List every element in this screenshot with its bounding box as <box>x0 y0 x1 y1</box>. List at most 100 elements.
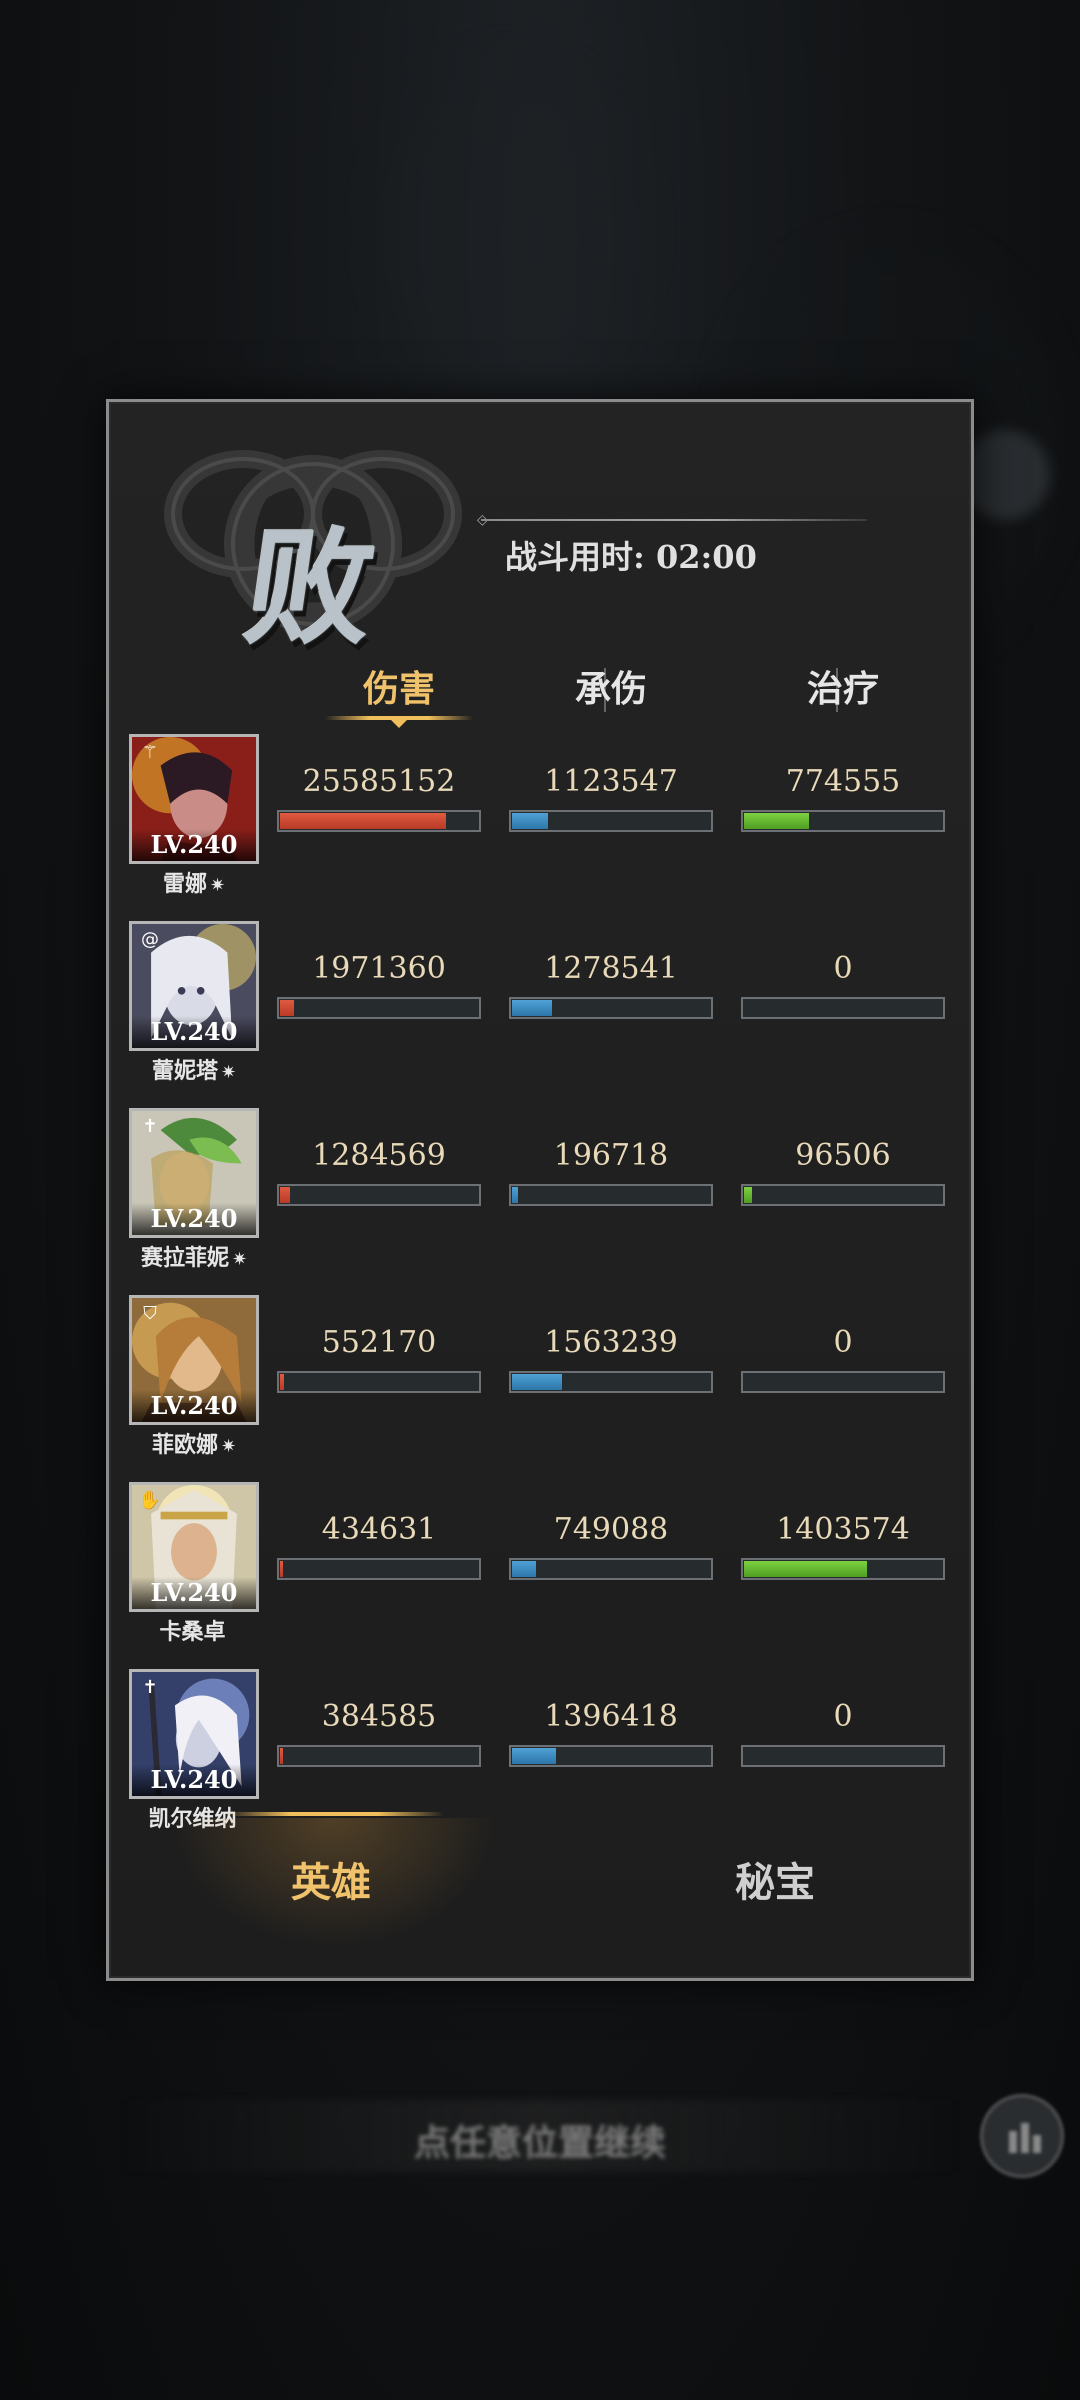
damage-stat: 384585 <box>277 1697 481 1767</box>
heal-bar-fill <box>744 813 809 829</box>
tank-bar <box>509 1745 713 1767</box>
heal-bar <box>741 1371 945 1393</box>
hero-portrait[interactable]: ✝ LV.240 <box>129 1669 259 1799</box>
heal-bar <box>741 1184 945 1206</box>
heal-stat: 0 <box>741 1323 945 1393</box>
hero-name: 卡桑卓 <box>119 1614 269 1646</box>
tab-treasures[interactable]: 秘宝 <box>675 1850 875 1908</box>
hero-portrait[interactable]: ⚚ LV.240 <box>129 734 259 864</box>
staff-icon: ⚚ <box>141 742 159 763</box>
tab-damage[interactable]: 伤害 <box>299 660 499 728</box>
tank-value: 749088 <box>553 1512 669 1547</box>
tank-bar <box>509 1558 713 1580</box>
damage-stat: 25585152 <box>277 762 481 832</box>
hero-row[interactable]: ⛉ LV.240 菲欧娜 ✷ 552170 1563239 0 <box>129 1293 959 1480</box>
battle-result-panel: 败 ◇ 战斗用时: 02:00 伤害 承伤 治疗 <box>106 399 974 1981</box>
heal-bar-fill <box>744 1561 867 1577</box>
heal-value: 1403574 <box>776 1512 910 1547</box>
stat-tabs: 伤害 承伤 治疗 <box>299 660 939 728</box>
heal-stat: 1403574 <box>741 1510 945 1580</box>
tank-bar <box>509 1371 713 1393</box>
damage-stat: 434631 <box>277 1510 481 1580</box>
hero-name-text: 蕾妮塔 <box>151 1058 218 1084</box>
bottom-tabs: 英雄 秘宝 <box>109 1812 971 1952</box>
heal-bar <box>741 1558 945 1580</box>
heal-stat: 0 <box>741 949 945 1019</box>
tap-to-continue-hint[interactable]: 点任意位置继续 <box>0 2114 1080 2166</box>
stats-button[interactable] <box>980 2094 1064 2178</box>
bar-chart-icon <box>1033 2135 1041 2153</box>
damage-bar-fill <box>280 1748 283 1764</box>
damage-value: 384585 <box>321 1699 437 1734</box>
damage-bar-fill <box>280 1561 283 1577</box>
heal-value: 0 <box>833 1699 853 1734</box>
damage-stat: 1971360 <box>277 949 481 1019</box>
star-icon: ✷ <box>220 1062 237 1083</box>
hero-portrait[interactable]: ✝ LV.240 <box>129 1108 259 1238</box>
hero-row[interactable]: ✝ LV.240 赛拉菲妮 ✷ 1284569 196718 96506 <box>129 1106 959 1293</box>
tank-stat: 196718 <box>509 1136 713 1206</box>
hero-stats-list: ⚚ LV.240 雷娜 ✷ 25585152 1123547 774555 @ … <box>129 732 959 1854</box>
hero-name: 雷娜 ✷ <box>119 866 269 898</box>
hero-row[interactable]: @ LV.240 蕾妮塔 ✷ 1971360 1278541 0 <box>129 919 959 1106</box>
hero-portrait[interactable]: @ LV.240 <box>129 921 259 1051</box>
title-divider <box>481 519 867 521</box>
tab-label: 承伤 <box>574 668 647 710</box>
damage-value: 434631 <box>321 1512 437 1547</box>
tank-bar-fill <box>512 1374 562 1390</box>
heal-bar <box>741 810 945 832</box>
tab-label: 伤害 <box>362 668 435 710</box>
hero-row[interactable]: ⚚ LV.240 雷娜 ✷ 25585152 1123547 774555 <box>129 732 959 919</box>
tank-bar-fill <box>512 1748 556 1764</box>
tank-bar-fill <box>512 1187 518 1203</box>
star-icon: ✷ <box>209 875 226 896</box>
hero-level: LV.240 <box>132 1390 256 1422</box>
heal-stat: 96506 <box>741 1136 945 1206</box>
heal-stat: 0 <box>741 1697 945 1767</box>
damage-value: 1971360 <box>312 951 446 986</box>
hero-level: LV.240 <box>132 1203 256 1235</box>
tank-value: 196718 <box>553 1138 669 1173</box>
damage-bar-fill <box>280 1187 290 1203</box>
damage-bar <box>277 810 481 832</box>
tank-bar <box>509 1184 713 1206</box>
hero-name: 菲欧娜 ✷ <box>119 1427 269 1459</box>
star-icon: ✷ <box>220 1436 237 1457</box>
tab-tank[interactable]: 承伤 <box>511 660 711 720</box>
damage-value: 25585152 <box>302 764 456 799</box>
tab-heroes[interactable]: 英雄 <box>231 1850 431 1908</box>
tab-heal[interactable]: 治疗 <box>743 660 943 720</box>
damage-bar-fill <box>280 813 446 829</box>
tank-value: 1123547 <box>544 764 678 799</box>
hero-portrait[interactable]: ✋ LV.240 <box>129 1482 259 1612</box>
cross-icon: ✝ <box>142 1677 158 1698</box>
tank-value: 1396418 <box>544 1699 678 1734</box>
hero-portrait[interactable]: ⛉ LV.240 <box>129 1295 259 1425</box>
damage-value: 552170 <box>321 1325 437 1360</box>
swirl-icon: @ <box>141 929 159 950</box>
damage-bar-fill <box>280 1374 284 1390</box>
heal-value: 0 <box>833 1325 853 1360</box>
tank-bar-fill <box>512 1561 536 1577</box>
damage-value: 1284569 <box>312 1138 446 1173</box>
defeat-title: 败 <box>237 514 386 662</box>
hero-level: LV.240 <box>132 1016 256 1048</box>
heal-bar <box>741 997 945 1019</box>
tank-bar-fill <box>512 813 548 829</box>
tank-bar <box>509 810 713 832</box>
heal-bar <box>741 1745 945 1767</box>
hero-name-text: 卡桑卓 <box>159 1619 226 1645</box>
hero-name: 蕾妮塔 ✷ <box>119 1053 269 1085</box>
damage-bar <box>277 1371 481 1393</box>
heal-value: 0 <box>833 951 853 986</box>
damage-bar-fill <box>280 1000 294 1016</box>
damage-bar <box>277 1745 481 1767</box>
battle-time: 战斗用时: 02:00 <box>505 538 757 576</box>
background-silhouette <box>380 60 640 400</box>
tank-stat: 1396418 <box>509 1697 713 1767</box>
damage-bar <box>277 997 481 1019</box>
tank-bar-fill <box>512 1000 552 1016</box>
hero-row[interactable]: ✋ LV.240 卡桑卓 434631 749088 1403574 <box>129 1480 959 1667</box>
tank-stat: 1123547 <box>509 762 713 832</box>
cross-icon: ✝ <box>142 1116 158 1137</box>
